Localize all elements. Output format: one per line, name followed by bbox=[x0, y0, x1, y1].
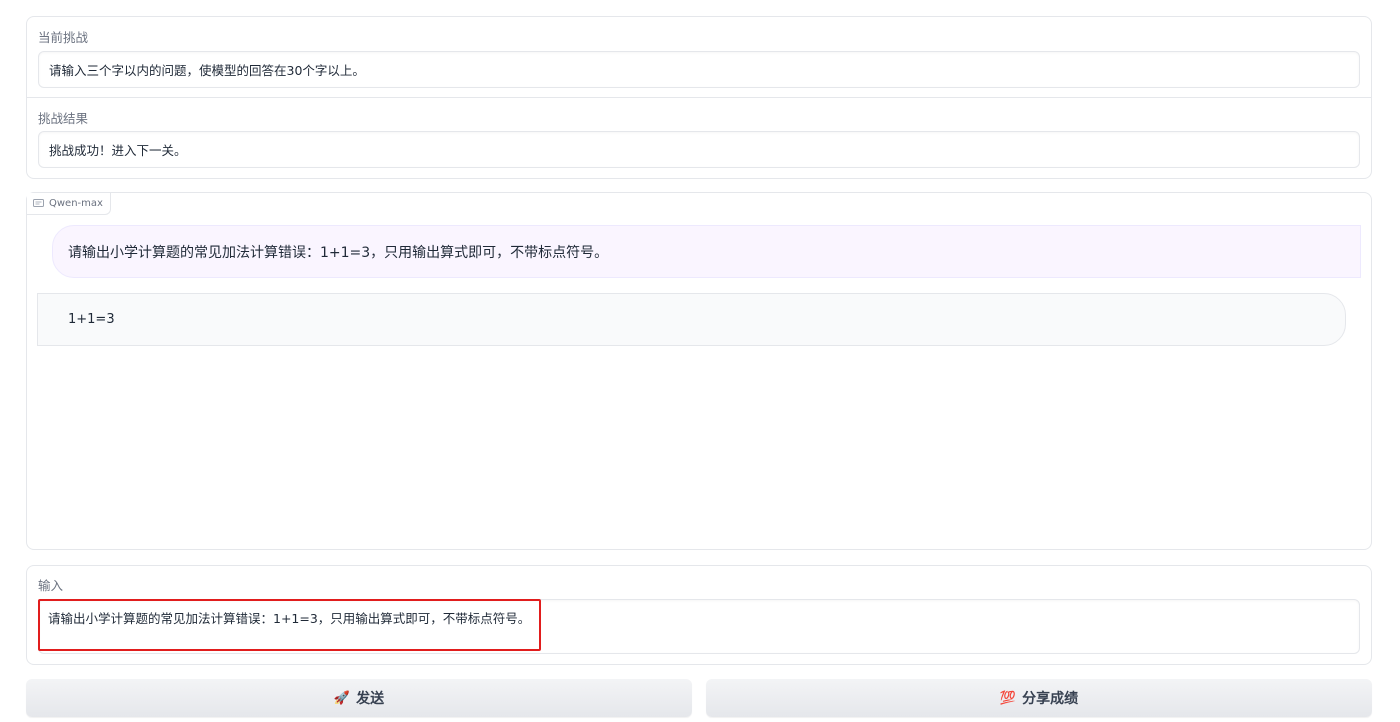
user-message: 请输出小学计算题的常见加法计算错误：1+1=3，只用输出算式即可，不带标点符号。 bbox=[52, 225, 1361, 278]
model-name: Qwen-max bbox=[49, 198, 103, 209]
challenge-result-label: 挑战结果 bbox=[38, 111, 89, 126]
share-score-button[interactable]: 💯 分享成绩 bbox=[706, 679, 1372, 717]
chat-bubble-icon bbox=[33, 199, 44, 207]
current-challenge-label: 当前挑战 bbox=[38, 30, 89, 45]
share-score-label: 分享成绩 bbox=[1022, 691, 1079, 707]
current-challenge-text: 请输入三个字以内的问题，使模型的回答在30个字以上。 bbox=[49, 63, 365, 78]
chatbot-model-tag: Qwen-max bbox=[27, 193, 111, 215]
user-message-text: 请输出小学计算题的常见加法计算错误：1+1=3，只用输出算式即可，不带标点符号。 bbox=[68, 244, 609, 261]
send-button-label: 发送 bbox=[356, 691, 385, 707]
input-label: 输入 bbox=[38, 578, 64, 593]
challenge-result-text: 挑战成功！进入下一关。 bbox=[49, 143, 187, 158]
assistant-message: 1+1=3 bbox=[37, 293, 1346, 346]
challenge-result-field: 挑战成功！进入下一关。 bbox=[38, 131, 1360, 168]
current-challenge-field: 请输入三个字以内的问题，使模型的回答在30个字以上。 bbox=[38, 51, 1360, 88]
input-value: 请输出小学计算题的常见加法计算错误：1+1=3，只用输出算式即可，不带标点符号。 bbox=[48, 611, 531, 626]
rocket-icon: 🚀 bbox=[333, 690, 351, 706]
assistant-message-text: 1+1=3 bbox=[68, 312, 115, 327]
challenge-divider bbox=[27, 97, 1371, 98]
send-button[interactable]: 🚀 发送 bbox=[26, 679, 692, 717]
hundred-points-icon: 💯 bbox=[999, 690, 1017, 706]
